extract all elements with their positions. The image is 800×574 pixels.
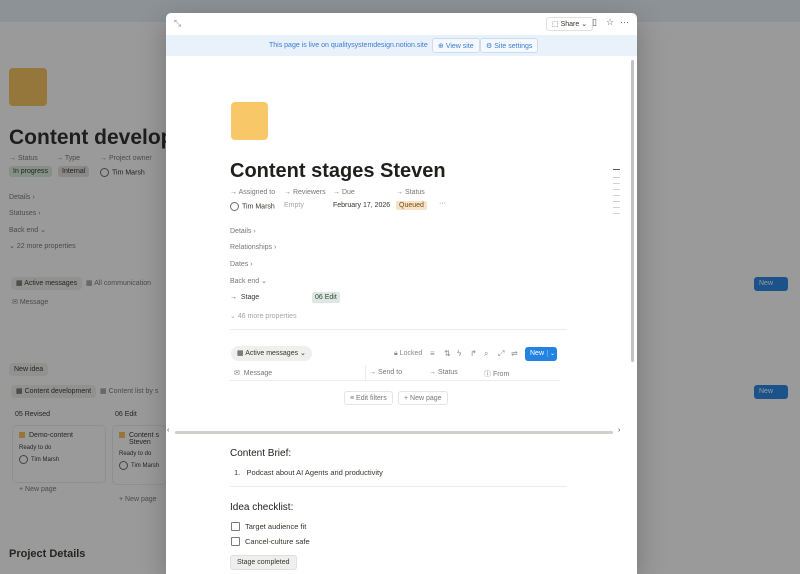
checklist-checkbox[interactable]: [231, 522, 240, 531]
live-site-banner: This page is live on qualitysystemdesign…: [166, 35, 637, 56]
more-options-icon[interactable]: ···: [620, 17, 629, 27]
divider: [230, 486, 567, 487]
locked-indicator[interactable]: 🔒︎ Locked: [394, 350, 422, 358]
property-reviewers-label[interactable]: → Reviewers: [284, 189, 326, 196]
section-back-end[interactable]: Back end ⌄: [230, 277, 267, 285]
modal-toolbar: ⤡ ⬚ Share ⌄ ▯ ☆ ···: [166, 13, 637, 35]
page-icon[interactable]: [231, 102, 268, 140]
page-peek-modal: ⤡ ⬚ Share ⌄ ▯ ☆ ··· This page is live on…: [166, 13, 637, 574]
new-page-button[interactable]: + New page: [398, 391, 448, 405]
checklist-checkbox[interactable]: [231, 537, 240, 546]
scroll-left-arrow[interactable]: ‹: [167, 427, 169, 434]
toc-line: [613, 201, 620, 202]
toc-line: [613, 189, 620, 190]
property-reviewers-value[interactable]: Empty: [284, 202, 304, 209]
branch-icon[interactable]: ↱: [470, 349, 477, 358]
status-badge: Queued: [396, 201, 427, 210]
content-brief-heading: Content Brief:: [230, 448, 292, 459]
search-icon[interactable]: ⌕: [484, 349, 488, 359]
sort-icon[interactable]: ⇅: [444, 349, 451, 358]
property-status-label[interactable]: → Status: [396, 189, 425, 196]
idea-checklist-heading: Idea checklist:: [230, 502, 294, 513]
toc-line: [613, 183, 620, 184]
filter-icon[interactable]: ≡: [430, 349, 435, 358]
lightning-icon[interactable]: ϟ: [457, 349, 461, 358]
table-header-border: [230, 380, 560, 381]
horizontal-scrollbar[interactable]: [175, 431, 613, 434]
column-status[interactable]: → Status: [429, 367, 458, 381]
expand-view-icon[interactable]: ⤢: [498, 349, 504, 359]
site-settings-button[interactable]: ⚙ Site settings: [480, 38, 539, 53]
toc-line: [613, 177, 620, 178]
more-properties-toggle[interactable]: ⌄ 46 more properties: [230, 312, 297, 320]
settings-sliders-icon[interactable]: ⇌: [511, 349, 518, 358]
divider: [230, 329, 567, 330]
section-details[interactable]: Details ›: [230, 228, 256, 235]
toc-line: [613, 207, 620, 208]
property-due-value[interactable]: February 17, 2026: [333, 202, 390, 209]
list-item[interactable]: 1. Podcast about AI Agents and productiv…: [234, 468, 383, 477]
column-divider: [365, 365, 366, 380]
new-record-button[interactable]: New ⌄: [525, 347, 557, 361]
property-assigned-to-label[interactable]: → Assigned to: [230, 189, 275, 196]
section-relationships[interactable]: Relationships ›: [230, 244, 276, 251]
star-icon[interactable]: ☆: [606, 17, 614, 28]
toc-line: [613, 195, 620, 196]
expand-icon[interactable]: ⤡: [174, 18, 181, 29]
edit-filters-button[interactable]: ≡ Edit filters: [344, 391, 393, 405]
view-site-button[interactable]: ⊕ View site: [432, 38, 480, 53]
toc-line: [613, 213, 620, 214]
view-tab-active-messages[interactable]: ▦ Active messages ⌄: [231, 346, 312, 361]
sidebar-panel-icon[interactable]: ▯: [592, 17, 597, 28]
stage-completed-button[interactable]: Stage completed: [230, 555, 297, 570]
property-due-label[interactable]: → Due: [333, 189, 355, 196]
property-stage-label[interactable]: → Stage: [230, 294, 259, 301]
property-stage-value[interactable]: 06 Edit: [312, 292, 340, 303]
column-send-to[interactable]: → Send to: [369, 367, 402, 381]
property-assigned-to-value[interactable]: Tim Marsh: [230, 202, 275, 211]
toc-line: [613, 169, 620, 170]
scroll-right-arrow[interactable]: ›: [618, 427, 620, 434]
vertical-scrollbar[interactable]: [631, 60, 634, 362]
page-title[interactable]: Content stages Steven: [230, 160, 446, 183]
column-message[interactable]: ✉ Message: [234, 367, 272, 381]
chevron-down-icon[interactable]: ⌄: [546, 350, 555, 357]
more-properties-dots[interactable]: ···: [439, 200, 446, 207]
column-from[interactable]: ⓘ From: [484, 367, 509, 381]
share-button[interactable]: ⬚ Share ⌄: [546, 17, 594, 31]
section-dates[interactable]: Dates ›: [230, 261, 253, 268]
avatar: [230, 202, 239, 211]
property-status-value[interactable]: Queued: [396, 201, 427, 210]
checklist-item-label: Cancel-culture safe: [245, 537, 310, 546]
checklist-item-label: Target audience fit: [245, 522, 307, 531]
live-site-text: This page is live on qualitysystemdesign…: [269, 42, 428, 49]
